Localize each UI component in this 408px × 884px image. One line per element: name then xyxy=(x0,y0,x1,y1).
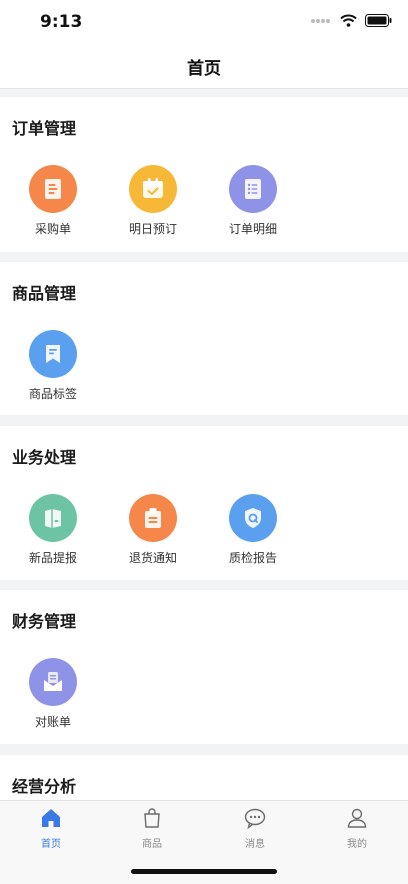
signal-icon xyxy=(311,18,330,23)
section-title: 商品管理 xyxy=(12,284,77,303)
grid-item-quality-report[interactable]: 质检报告 xyxy=(208,494,298,566)
section-finance-management: 财务管理 对账单 xyxy=(0,590,408,744)
tab-label: 首页 xyxy=(41,839,61,850)
page-title: 首页 xyxy=(187,58,221,79)
home-indicator xyxy=(131,869,277,874)
chat-icon xyxy=(244,808,266,830)
grid-item-label: 订单明细 xyxy=(228,222,277,236)
document-icon xyxy=(29,165,77,213)
section-product-management: 商品管理 商品标签 xyxy=(0,262,408,415)
grid-item-label: 质检报告 xyxy=(228,551,277,565)
grid-item-new-product-report[interactable]: 新品提报 xyxy=(8,494,98,566)
grid-item-tomorrow-booking[interactable]: 明日预订 xyxy=(108,165,198,237)
new-product-icon xyxy=(29,494,77,542)
grid-item-return-notice[interactable]: 退货通知 xyxy=(108,494,198,566)
tab-label: 商品 xyxy=(142,839,162,850)
tab-label: 我的 xyxy=(347,839,367,850)
list-icon xyxy=(229,165,277,213)
section-business-processing: 业务处理 新品提报 退货通知 质检报告 xyxy=(0,426,408,580)
navigation-bar: 首页 xyxy=(0,44,408,89)
grid-item-product-label[interactable]: 商品标签 xyxy=(8,330,98,402)
tab-mine[interactable]: 我的 xyxy=(327,807,387,850)
battery-icon xyxy=(365,14,392,27)
grid-item-label: 采购单 xyxy=(34,222,71,236)
status-bar: 9:13 xyxy=(0,0,408,44)
tag-icon xyxy=(29,330,77,378)
tab-products[interactable]: 商品 xyxy=(122,807,182,850)
grid-item-purchase-order[interactable]: 采购单 xyxy=(8,165,98,237)
grid-item-label: 新品提报 xyxy=(28,551,77,565)
section-title: 经营分析 xyxy=(12,777,77,796)
status-time: 9:13 xyxy=(40,12,83,32)
status-icons xyxy=(310,14,392,27)
clipboard-icon xyxy=(129,494,177,542)
envelope-icon xyxy=(29,658,77,706)
grid-item-label: 退货通知 xyxy=(128,551,177,565)
section-order-management: 订单管理 采购单 明日预订 订单明细 xyxy=(0,97,408,252)
home-icon xyxy=(42,809,60,827)
wifi-icon xyxy=(340,14,357,27)
section-title: 财务管理 xyxy=(12,612,77,631)
grid-item-statement[interactable]: 对账单 xyxy=(8,658,98,730)
tab-label: 消息 xyxy=(245,839,265,850)
tab-messages[interactable]: 消息 xyxy=(225,807,285,850)
shield-icon xyxy=(229,494,277,542)
user-icon xyxy=(347,808,367,828)
grid-item-label: 明日预订 xyxy=(128,222,177,236)
section-title: 业务处理 xyxy=(12,448,77,467)
section-title: 订单管理 xyxy=(12,119,77,138)
grid-item-order-details[interactable]: 订单明细 xyxy=(208,165,298,237)
grid-item-label: 商品标签 xyxy=(28,387,77,401)
calendar-check-icon xyxy=(129,165,177,213)
grid-item-label: 对账单 xyxy=(34,715,71,729)
tab-home[interactable]: 首页 xyxy=(21,807,81,850)
bag-icon xyxy=(144,808,160,828)
